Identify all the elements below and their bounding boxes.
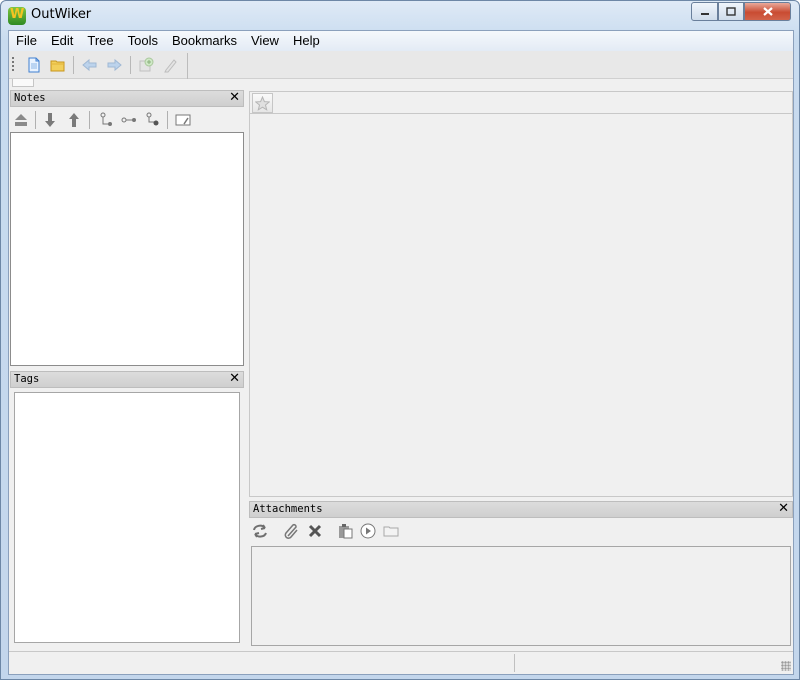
main-window: OutWiker File Edit Tree Tools Bookmarks … [0, 0, 800, 680]
play-icon[interactable] [359, 522, 377, 540]
attachments-panel-title: Attachments [253, 503, 323, 515]
toolbar-separator [73, 56, 74, 74]
notes-tree[interactable] [10, 132, 244, 366]
add-sibling-icon[interactable] [97, 111, 115, 129]
edit-icon[interactable] [162, 56, 180, 74]
attachments-list[interactable] [251, 546, 791, 646]
status-bar [9, 651, 793, 673]
menu-file[interactable]: File [9, 31, 44, 51]
tags-cloud[interactable] [14, 392, 240, 643]
add-child-icon[interactable] [120, 111, 138, 129]
menu-bar: File Edit Tree Tools Bookmarks View Help [9, 31, 793, 51]
add-bookmark-icon[interactable] [137, 56, 155, 74]
new-note-icon[interactable] [25, 56, 43, 74]
add-node-icon[interactable] [143, 111, 161, 129]
toolbar-end [187, 53, 188, 79]
title-bar[interactable]: OutWiker [1, 1, 799, 30]
main-toolbar [9, 51, 793, 79]
back-icon[interactable] [81, 56, 99, 74]
menu-bookmarks[interactable]: Bookmarks [165, 31, 244, 51]
resize-grip[interactable] [781, 661, 791, 671]
menu-view[interactable]: View [244, 31, 286, 51]
attachments-panel-header: Attachments ✕ [249, 501, 793, 518]
toolbar-tab[interactable] [12, 79, 34, 87]
toolbar-separator [130, 56, 131, 74]
close-icon[interactable]: ✕ [778, 501, 789, 516]
separator [35, 111, 36, 129]
client-area: File Edit Tree Tools Bookmarks View Help [8, 30, 794, 675]
editor-tab-strip [249, 91, 793, 114]
refresh-icon[interactable] [251, 522, 269, 540]
notes-panel-header: Notes ✕ [10, 90, 244, 107]
paperclip-icon[interactable] [283, 522, 301, 540]
eject-icon[interactable] [12, 111, 30, 129]
menu-tools[interactable]: Tools [121, 31, 165, 51]
editor-area[interactable] [249, 114, 793, 497]
menu-help[interactable]: Help [286, 31, 327, 51]
maximize-button[interactable] [718, 2, 744, 21]
move-down-icon[interactable] [41, 111, 59, 129]
delete-icon[interactable] [306, 522, 324, 540]
separator [167, 111, 168, 129]
notes-panel-title: Notes [14, 92, 46, 104]
forward-icon[interactable] [105, 56, 123, 74]
bookmark-star-icon[interactable] [252, 93, 273, 113]
close-window-button[interactable] [744, 2, 791, 21]
minimize-button[interactable] [691, 2, 718, 21]
menu-edit[interactable]: Edit [44, 31, 80, 51]
rename-icon[interactable] [174, 111, 192, 129]
status-separator [514, 654, 515, 672]
window-title: OutWiker [31, 7, 92, 22]
close-icon[interactable]: ✕ [229, 371, 240, 386]
open-folder-icon[interactable] [49, 56, 67, 74]
menu-tree[interactable]: Tree [80, 31, 120, 51]
move-up-icon[interactable] [65, 111, 83, 129]
separator [89, 111, 90, 129]
tags-panel-title: Tags [14, 373, 40, 385]
folder-icon[interactable] [382, 522, 400, 540]
outwiker-logo-icon [8, 7, 26, 25]
toolbar-grip[interactable] [12, 57, 15, 71]
paste-icon[interactable] [336, 522, 354, 540]
tags-panel-header: Tags ✕ [10, 371, 244, 388]
close-icon[interactable]: ✕ [229, 90, 240, 105]
